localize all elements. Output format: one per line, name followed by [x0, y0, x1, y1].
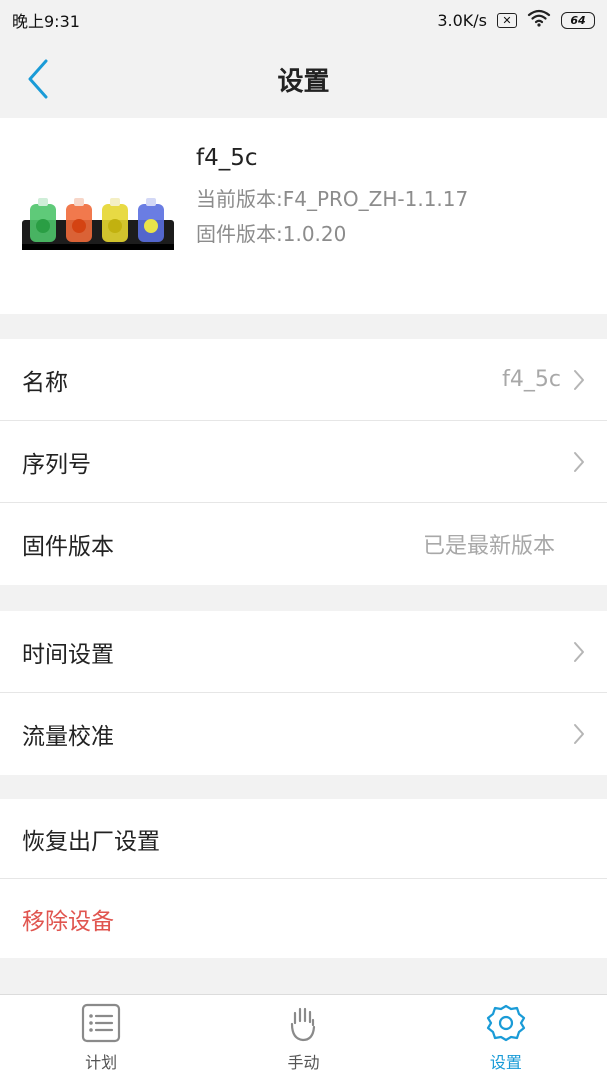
name-value: f4_5c	[502, 367, 561, 392]
gear-icon	[486, 1004, 525, 1042]
factory-reset-row[interactable]: 恢复出厂设置	[0, 799, 607, 879]
network-speed: 3.0K/s	[437, 10, 487, 30]
chevron-right-icon	[574, 641, 584, 662]
factory-reset-label: 恢复出厂设置	[22, 828, 160, 855]
status-bar: 晚上9:31 3.0K/s ✕ 64	[0, 0, 607, 40]
chevron-right-icon	[574, 451, 584, 472]
status-time: 晚上9:31	[12, 12, 80, 31]
settings-group-info: 名称 f4_5c 序列号 固件版本 已是最新版本	[0, 339, 607, 585]
firmware-version: 固件版本:1.0.20	[196, 222, 347, 246]
tab-manual-label: 手动	[287, 1053, 320, 1072]
firmware-row[interactable]: 固件版本 已是最新版本	[0, 503, 607, 585]
flow-calibration-label: 流量校准	[22, 724, 114, 750]
page-title: 设置	[277, 66, 330, 97]
remove-device-row[interactable]: 移除设备	[0, 879, 607, 958]
wifi-icon	[527, 9, 551, 31]
battery-indicator: 64	[561, 11, 595, 29]
flow-calibration-row[interactable]: 流量校准	[0, 693, 607, 775]
hand-icon	[291, 1007, 316, 1042]
bottom-tab-bar: 计划 手动 设置	[0, 994, 607, 1080]
status-indicators: 3.0K/s ✕ 64	[437, 9, 595, 31]
tab-settings[interactable]: 设置	[405, 995, 607, 1080]
no-sim-icon: ✕	[497, 12, 517, 28]
device-name: f4_5c	[196, 145, 258, 171]
firmware-status: 已是最新版本	[422, 534, 555, 559]
tab-plan[interactable]: 计划	[0, 995, 202, 1080]
time-settings-label: 时间设置	[22, 641, 114, 668]
back-button[interactable]	[18, 56, 58, 102]
chevron-left-icon	[28, 59, 48, 99]
serial-number-label: 序列号	[22, 451, 91, 478]
current-version: 当前版本:F4_PRO_ZH-1.1.17	[196, 187, 469, 211]
serial-number-row[interactable]: 序列号	[0, 421, 607, 503]
chevron-right-icon	[574, 369, 584, 390]
tab-plan-label: 计划	[85, 1053, 118, 1072]
device-image	[22, 198, 174, 250]
name-row[interactable]: 名称 f4_5c	[0, 339, 607, 421]
nav-bar: 设置	[0, 40, 607, 118]
chevron-right-icon	[574, 724, 584, 744]
list-icon	[82, 1003, 121, 1043]
tab-manual[interactable]: 手动	[202, 995, 404, 1080]
firmware-label: 固件版本	[22, 534, 114, 560]
settings-group-config: 时间设置 流量校准	[0, 611, 607, 775]
tab-settings-label: 设置	[489, 1053, 522, 1072]
settings-group-actions: 恢复出厂设置 移除设备	[0, 799, 607, 958]
name-label: 名称	[22, 369, 68, 396]
time-settings-row[interactable]: 时间设置	[0, 611, 607, 693]
device-card	[0, 118, 607, 314]
remove-device-label: 移除设备	[22, 908, 114, 935]
